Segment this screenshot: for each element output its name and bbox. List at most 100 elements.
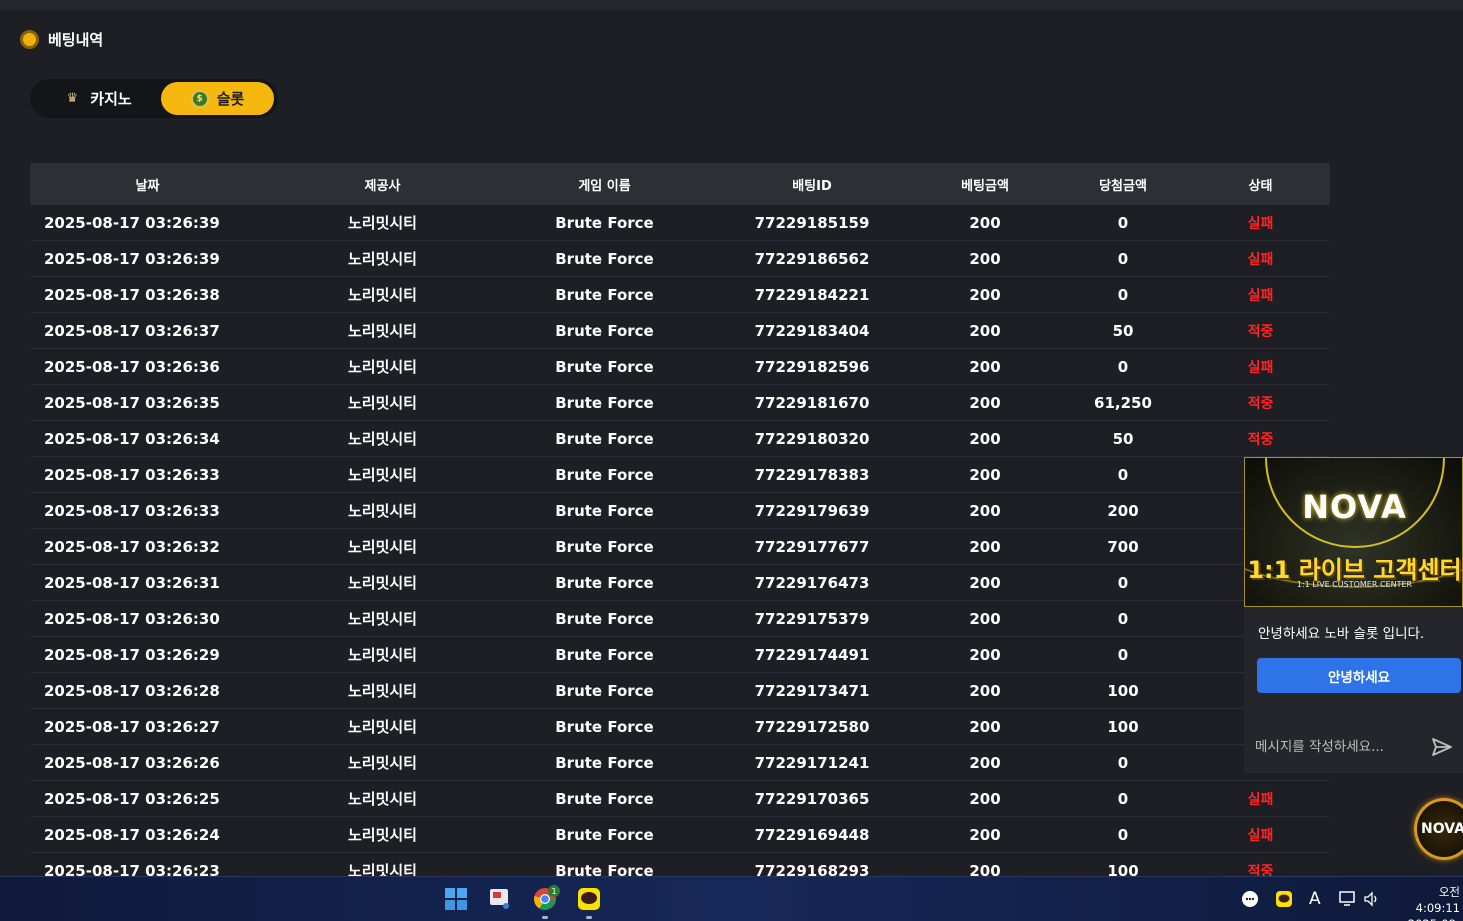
cell-bet-amount: 200 [969,393,1001,412]
cell-game-name: Brute Force [555,537,654,556]
table-row: 2025-08-17 03:26:25 노리밋시티 Brute Force 77229… [30,781,1330,817]
cell-bet-id: 77229179639 [754,501,870,520]
header-bet-id: 배팅ID [792,178,832,194]
kakaotalk-tray-icon[interactable] [1273,887,1295,911]
taskbar: 1 A 오전 4:09:11 2025-08-17 [0,876,1463,921]
cell-bet-amount: 200 [969,213,1001,232]
cell-provider: 노리밋시티 [347,790,417,808]
cell-provider: 노리밋시티 [347,826,417,844]
cell-bet-amount: 200 [969,357,1001,376]
cell-bet-amount: 200 [969,249,1001,268]
cell-bet-id: 77229169448 [754,825,870,844]
ime-indicator[interactable]: A [1309,889,1321,909]
cell-win-amount: 100 [1107,717,1139,736]
cell-provider: 노리밋시티 [347,286,417,304]
system-clock[interactable]: 오전 4:09:11 2025-08-17 [1394,884,1460,921]
cell-bet-id: 77229182596 [754,357,870,376]
floating-logo: NOVA [1421,821,1463,837]
cell-date: 2025-08-17 03:26:38 [44,285,220,304]
header-game-name: 게임 이름 [578,178,631,194]
cell-game-name: Brute Force [555,321,654,340]
header-status: 상태 [1248,178,1273,194]
table-row: 2025-08-17 03:26:31 노리밋시티 Brute Force 77229… [30,565,1330,601]
message-input[interactable] [1244,739,1429,755]
cell-game-name: Brute Force [555,501,654,520]
hello-button[interactable]: 안녕하세요 [1257,658,1461,693]
cell-bet-id: 77229178383 [754,465,870,484]
cell-date: 2025-08-17 03:26:32 [44,537,220,556]
floating-chat-button[interactable]: NOVA [1414,798,1463,860]
cell-win-amount: 50 [1112,429,1134,448]
cell-win-amount: 0 [1117,609,1129,628]
cell-win-amount: 0 [1117,357,1129,376]
cell-date: 2025-08-17 03:26:35 [44,393,220,412]
network-icon[interactable] [1337,887,1359,911]
table-row: 2025-08-17 03:26:35 노리밋시티 Brute Force 77229… [30,385,1330,421]
cell-bet-amount: 200 [969,753,1001,772]
page-title: 베팅내역 [20,29,103,50]
cell-provider: 노리밋시티 [347,502,417,520]
cell-date: 2025-08-17 03:26:24 [44,825,220,844]
cell-bet-id: 77229173471 [754,681,870,700]
cell-status: 실패 [1247,215,1274,232]
cell-game-name: Brute Force [555,681,654,700]
cell-date: 2025-08-17 03:26:33 [44,501,220,520]
cell-bet-id: 77229184221 [754,285,870,304]
cell-provider: 노리밋시티 [347,214,417,232]
chrome-badge: 1 [548,885,560,897]
cell-game-name: Brute Force [555,465,654,484]
tab-casino[interactable]: ♛ 카지노 [33,82,161,115]
betting-history-table: 날짜 제공사 게임 이름 배팅ID 베팅금액 당첨금액 상태 2025-08-1… [30,163,1330,889]
send-icon[interactable] [1429,734,1455,760]
cell-game-name: Brute Force [555,213,654,232]
table-row: 2025-08-17 03:26:33 노리밋시티 Brute Force 77229… [30,457,1330,493]
chat-widget: NOVA 1:1 라이브 고객센터 1:1 LIVE CUSTOMER CENT… [1244,457,1463,773]
casino-crown-icon: ♛ [66,91,79,106]
cell-bet-id: 77229181670 [754,393,870,412]
cell-game-name: Brute Force [555,717,654,736]
clock-time: 오전 4:09:11 [1415,885,1460,915]
cell-provider: 노리밋시티 [347,610,417,628]
page-title-text: 베팅내역 [48,31,104,49]
table-row: 2025-08-17 03:26:34 노리밋시티 Brute Force 77229… [30,421,1330,457]
cell-date: 2025-08-17 03:26:36 [44,357,220,376]
header-bet-amount: 베팅금액 [961,178,1009,194]
kakaotalk-icon[interactable] [577,887,601,911]
snipping-tool-icon[interactable] [488,887,512,911]
cell-bet-id: 77229174491 [754,645,870,664]
cell-date: 2025-08-17 03:26:26 [44,753,220,772]
header-win-amount: 당첨금액 [1099,178,1147,194]
header-date: 날짜 [135,178,160,194]
cell-game-name: Brute Force [555,753,654,772]
cell-date: 2025-08-17 03:26:33 [44,465,220,484]
cell-bet-id: 77229170365 [754,789,870,808]
volume-icon[interactable] [1361,887,1381,911]
cell-game-name: Brute Force [555,789,654,808]
cell-win-amount: 100 [1107,681,1139,700]
cell-bet-amount: 200 [969,789,1001,808]
table-body: 2025-08-17 03:26:39 노리밋시티 Brute Force 77229… [30,205,1330,889]
table-row: 2025-08-17 03:26:29 노리밋시티 Brute Force 77229… [30,637,1330,673]
cell-win-amount: 0 [1117,213,1129,232]
cell-bet-amount: 200 [969,717,1001,736]
cell-date: 2025-08-17 03:26:30 [44,609,220,628]
cell-bet-id: 77229186562 [754,249,870,268]
cell-provider: 노리밋시티 [347,358,417,376]
cell-bet-id: 77229172580 [754,717,870,736]
cell-status: 적중 [1247,431,1274,448]
cell-game-name: Brute Force [555,645,654,664]
cell-game-name: Brute Force [555,357,654,376]
cell-win-amount: 0 [1117,573,1129,592]
cell-date: 2025-08-17 03:26:27 [44,717,220,736]
cell-bet-id: 77229175379 [754,609,870,628]
cell-game-name: Brute Force [555,393,654,412]
cell-date: 2025-08-17 03:26:39 [44,213,220,232]
windows-start-icon[interactable] [444,887,468,911]
tray-app-icon[interactable] [1240,887,1260,911]
banner-subtitle: 1:1 LIVE CUSTOMER CENTER [1296,580,1413,589]
cell-bet-amount: 200 [969,645,1001,664]
cell-bet-amount: 200 [969,609,1001,628]
cell-provider: 노리밋시티 [347,718,417,736]
cell-win-amount: 700 [1107,537,1139,556]
tab-slot[interactable]: $ 슬롯 [161,82,274,115]
